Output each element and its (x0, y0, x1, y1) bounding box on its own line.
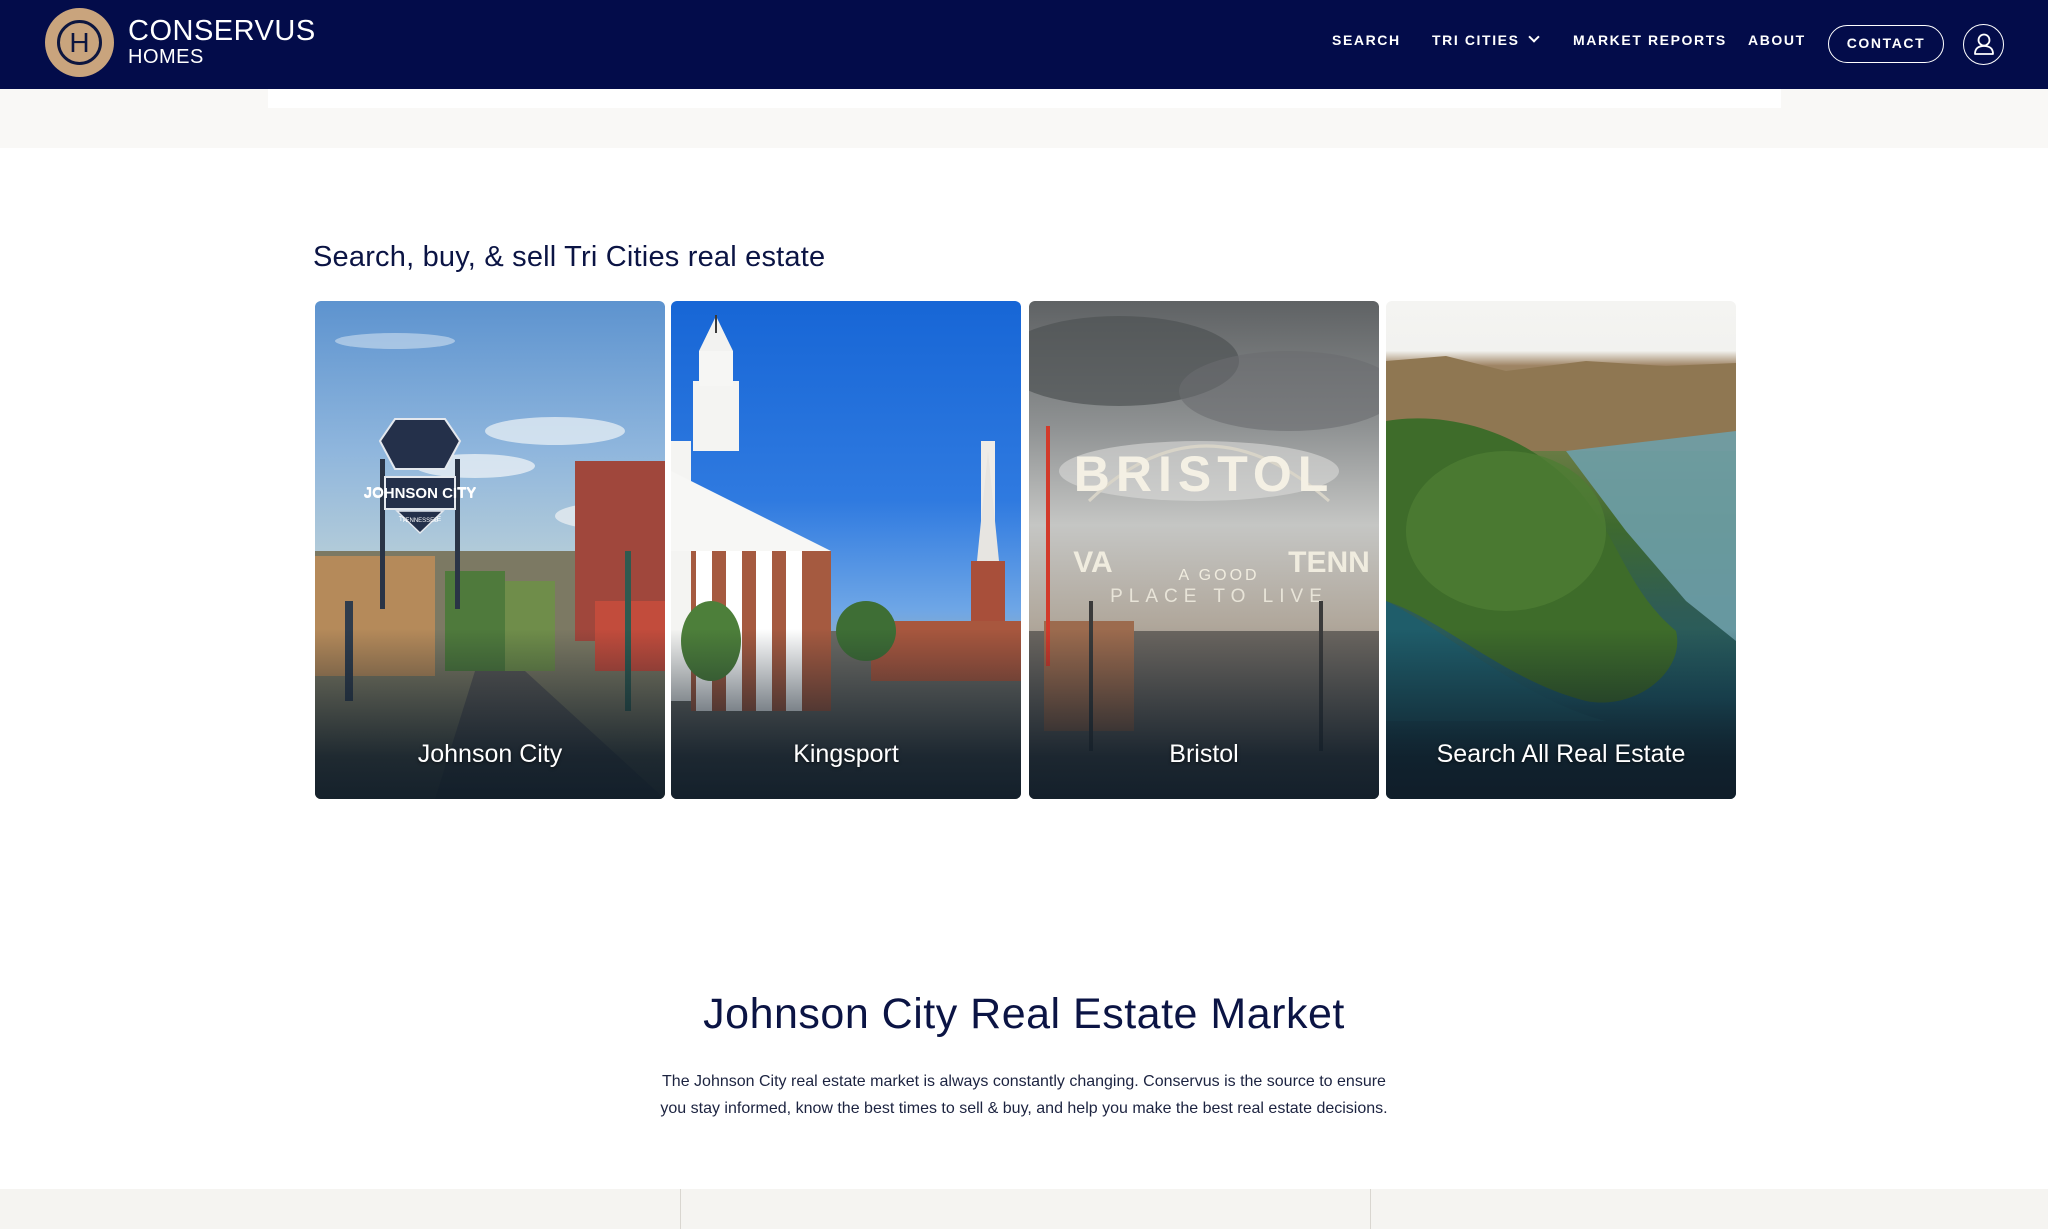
nav-tri-cities[interactable]: TRI CITIES (1432, 31, 1540, 48)
card-label: Bristol (1169, 740, 1239, 768)
nav-search[interactable]: SEARCH (1332, 32, 1401, 48)
logo-wordmark[interactable]: CONSERVUS HOMES (128, 16, 316, 68)
bottom-strip (0, 1189, 2048, 1229)
underlay-card (268, 89, 1781, 108)
logo-name-line1: CONSERVUS (128, 15, 316, 47)
bottom-divider (680, 1189, 681, 1229)
chevron-down-icon (1527, 31, 1540, 43)
city-card-johnson-city[interactable]: JOHNSON CITY TENNESSEE JOHNSON CITY TENN… (315, 301, 665, 799)
johnson-city-sign-state: TENNESSEE (402, 518, 438, 524)
bristol-sign-tenn: TENN (1288, 546, 1370, 579)
bottom-divider (1370, 1189, 1371, 1229)
logo-name-line2: HOMES (128, 46, 204, 68)
user-icon (1974, 33, 1994, 55)
johnson-city-sign-label: JOHNSON CITY (364, 485, 477, 502)
card-shade (1029, 629, 1379, 799)
site-header: H CONSERVUS HOMES SEARCH TRI CITIES MARK… (0, 0, 2048, 89)
logo-icon[interactable]: H (45, 8, 114, 77)
bristol-sign-va: VA (1073, 546, 1112, 579)
city-card-bristol[interactable]: BRISTOL VA TENN A GOOD PLACE TO LIVE Bri… (1029, 301, 1379, 799)
card-label: Kingsport (793, 740, 899, 768)
user-account-button[interactable] (1963, 24, 2004, 65)
card-shade (315, 629, 665, 799)
nav-market-reports[interactable]: MARKET REPORTS (1573, 32, 1727, 48)
card-shade (1386, 629, 1736, 799)
nav-about[interactable]: ABOUT (1748, 32, 1806, 48)
logo-monogram: H (69, 27, 90, 58)
card-label: Johnson City (417, 740, 563, 768)
contact-button[interactable]: CONTACT (1828, 25, 1944, 63)
bristol-sign-place: PLACE TO LIVE (1110, 586, 1328, 607)
bristol-sign-good: A GOOD (1178, 567, 1259, 584)
section-title: Search, buy, & sell Tri Cities real esta… (313, 241, 826, 273)
card-label: Search All Real Estate (1436, 740, 1686, 768)
market-title: Johnson City Real Estate Market (703, 990, 1345, 1038)
card-search-all-real-estate[interactable]: Search All Real Estate (1386, 301, 1736, 799)
nav-tri-cities-label: TRI CITIES (1432, 32, 1520, 48)
market-description: The Johnson City real estate market is a… (660, 1073, 1388, 1117)
card-shade (671, 629, 1021, 799)
bristol-sign-text: BRISTOL (1074, 446, 1335, 502)
city-card-kingsport[interactable]: Kingsport (671, 301, 1021, 799)
